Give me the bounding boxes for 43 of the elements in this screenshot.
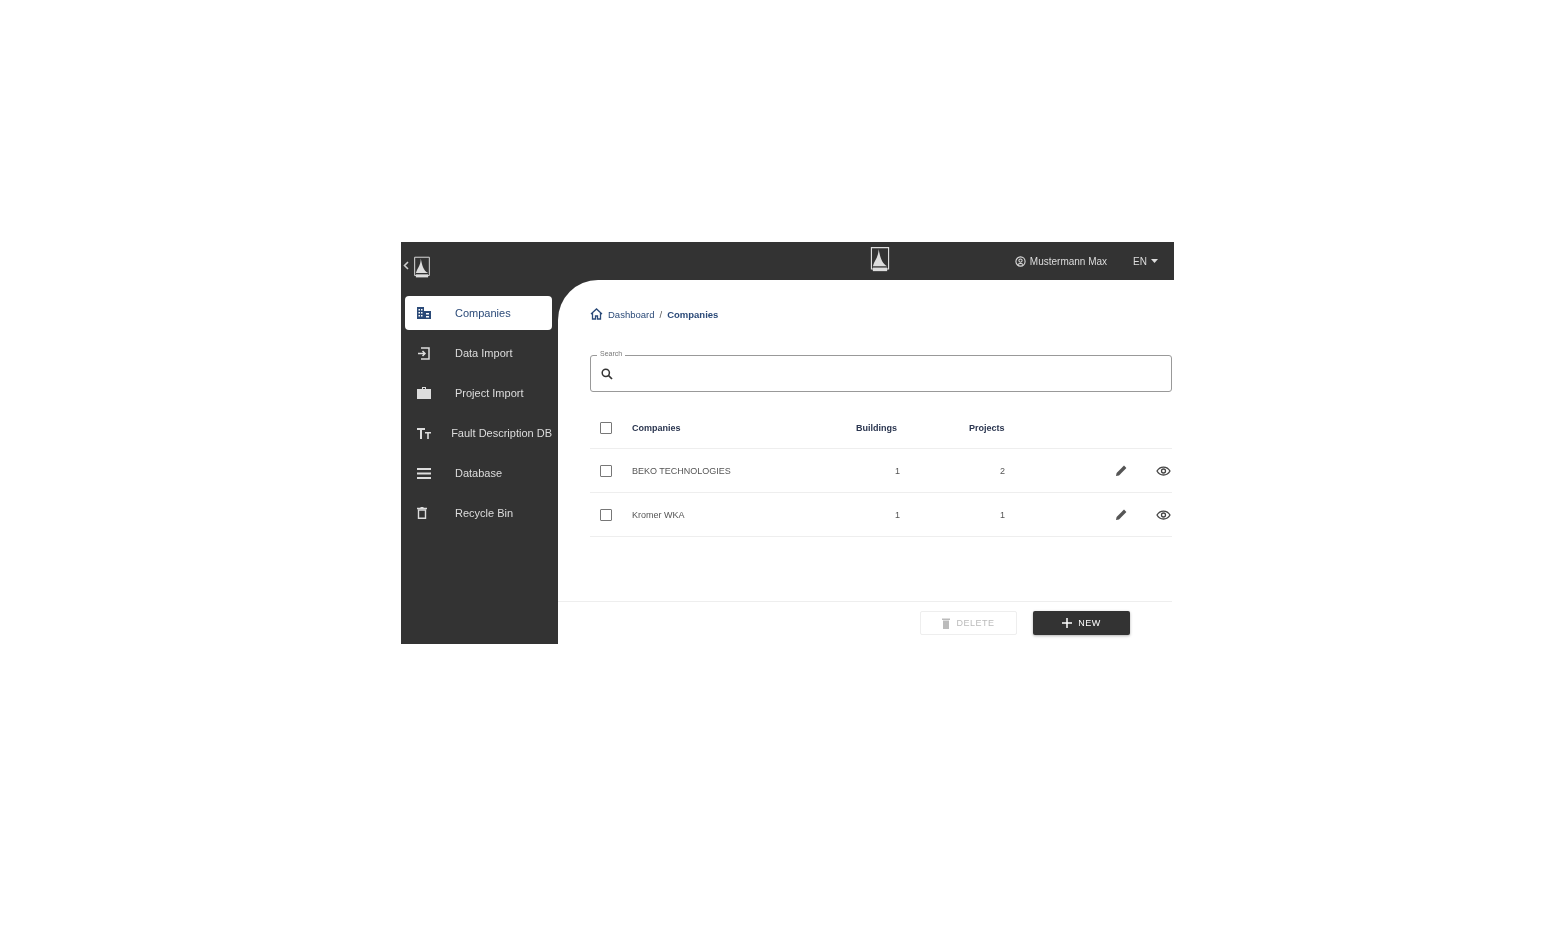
- eye-icon[interactable]: [1156, 465, 1171, 476]
- user-icon: [1014, 255, 1026, 267]
- table-cell-text: 1: [894, 465, 901, 476]
- trash-icon: [417, 507, 427, 519]
- plus-icon: [1062, 618, 1073, 628]
- caret-icon: [1151, 259, 1158, 263]
- sidebar-item[interactable]: Data Import: [405, 336, 552, 370]
- user-menu[interactable]: Mustermann Max: [1014, 255, 1108, 267]
- sidebar-item[interactable]: Project Import: [405, 376, 552, 410]
- breadcrumb-separator: /: [659, 308, 663, 320]
- table-cell-text: 1: [894, 509, 901, 520]
- list-icon: [417, 467, 431, 479]
- new-button[interactable]: NEW: [1033, 611, 1130, 635]
- sidebar-item[interactable]: Database: [405, 456, 552, 490]
- edit-icon[interactable]: [1115, 508, 1128, 521]
- column-header[interactable]: Projects: [969, 423, 1049, 433]
- breadcrumb-link[interactable]: Dashboard: [608, 308, 655, 320]
- sidebar-item[interactable]: Companies: [405, 296, 552, 330]
- column-header[interactable]: Buildings: [856, 423, 936, 433]
- trash-icon: [942, 617, 951, 629]
- table-cell-text: 2: [999, 465, 1006, 476]
- breadcrumb-link[interactable]: Companies: [667, 308, 719, 320]
- collapse-icon[interactable]: [403, 261, 409, 270]
- column-header[interactable]: Companies: [632, 423, 856, 433]
- table-cell-text: BEKO TECHNOLOGIES: [632, 465, 732, 476]
- language-select[interactable]: EN: [1133, 255, 1158, 267]
- briefcase-icon: [417, 387, 431, 399]
- logo-icon: [870, 246, 890, 272]
- checkbox[interactable]: [600, 464, 612, 477]
- home-icon[interactable]: [590, 308, 603, 320]
- checkbox[interactable]: [600, 508, 612, 521]
- sidebar-item[interactable]: Recycle Bin: [405, 496, 552, 530]
- text-size-icon: [417, 427, 431, 439]
- search-icon: [601, 367, 613, 380]
- eye-icon[interactable]: [1156, 509, 1171, 520]
- edit-icon[interactable]: [1115, 464, 1128, 477]
- building-icon: [417, 307, 431, 319]
- checkbox[interactable]: [600, 422, 612, 434]
- sidebar-item[interactable]: Fault Description DB: [405, 416, 552, 450]
- table-cell-text: 1: [999, 509, 1006, 520]
- import-icon: [417, 346, 430, 360]
- table-cell-text: Kromer WKA: [632, 509, 686, 520]
- logo-icon: [413, 256, 431, 278]
